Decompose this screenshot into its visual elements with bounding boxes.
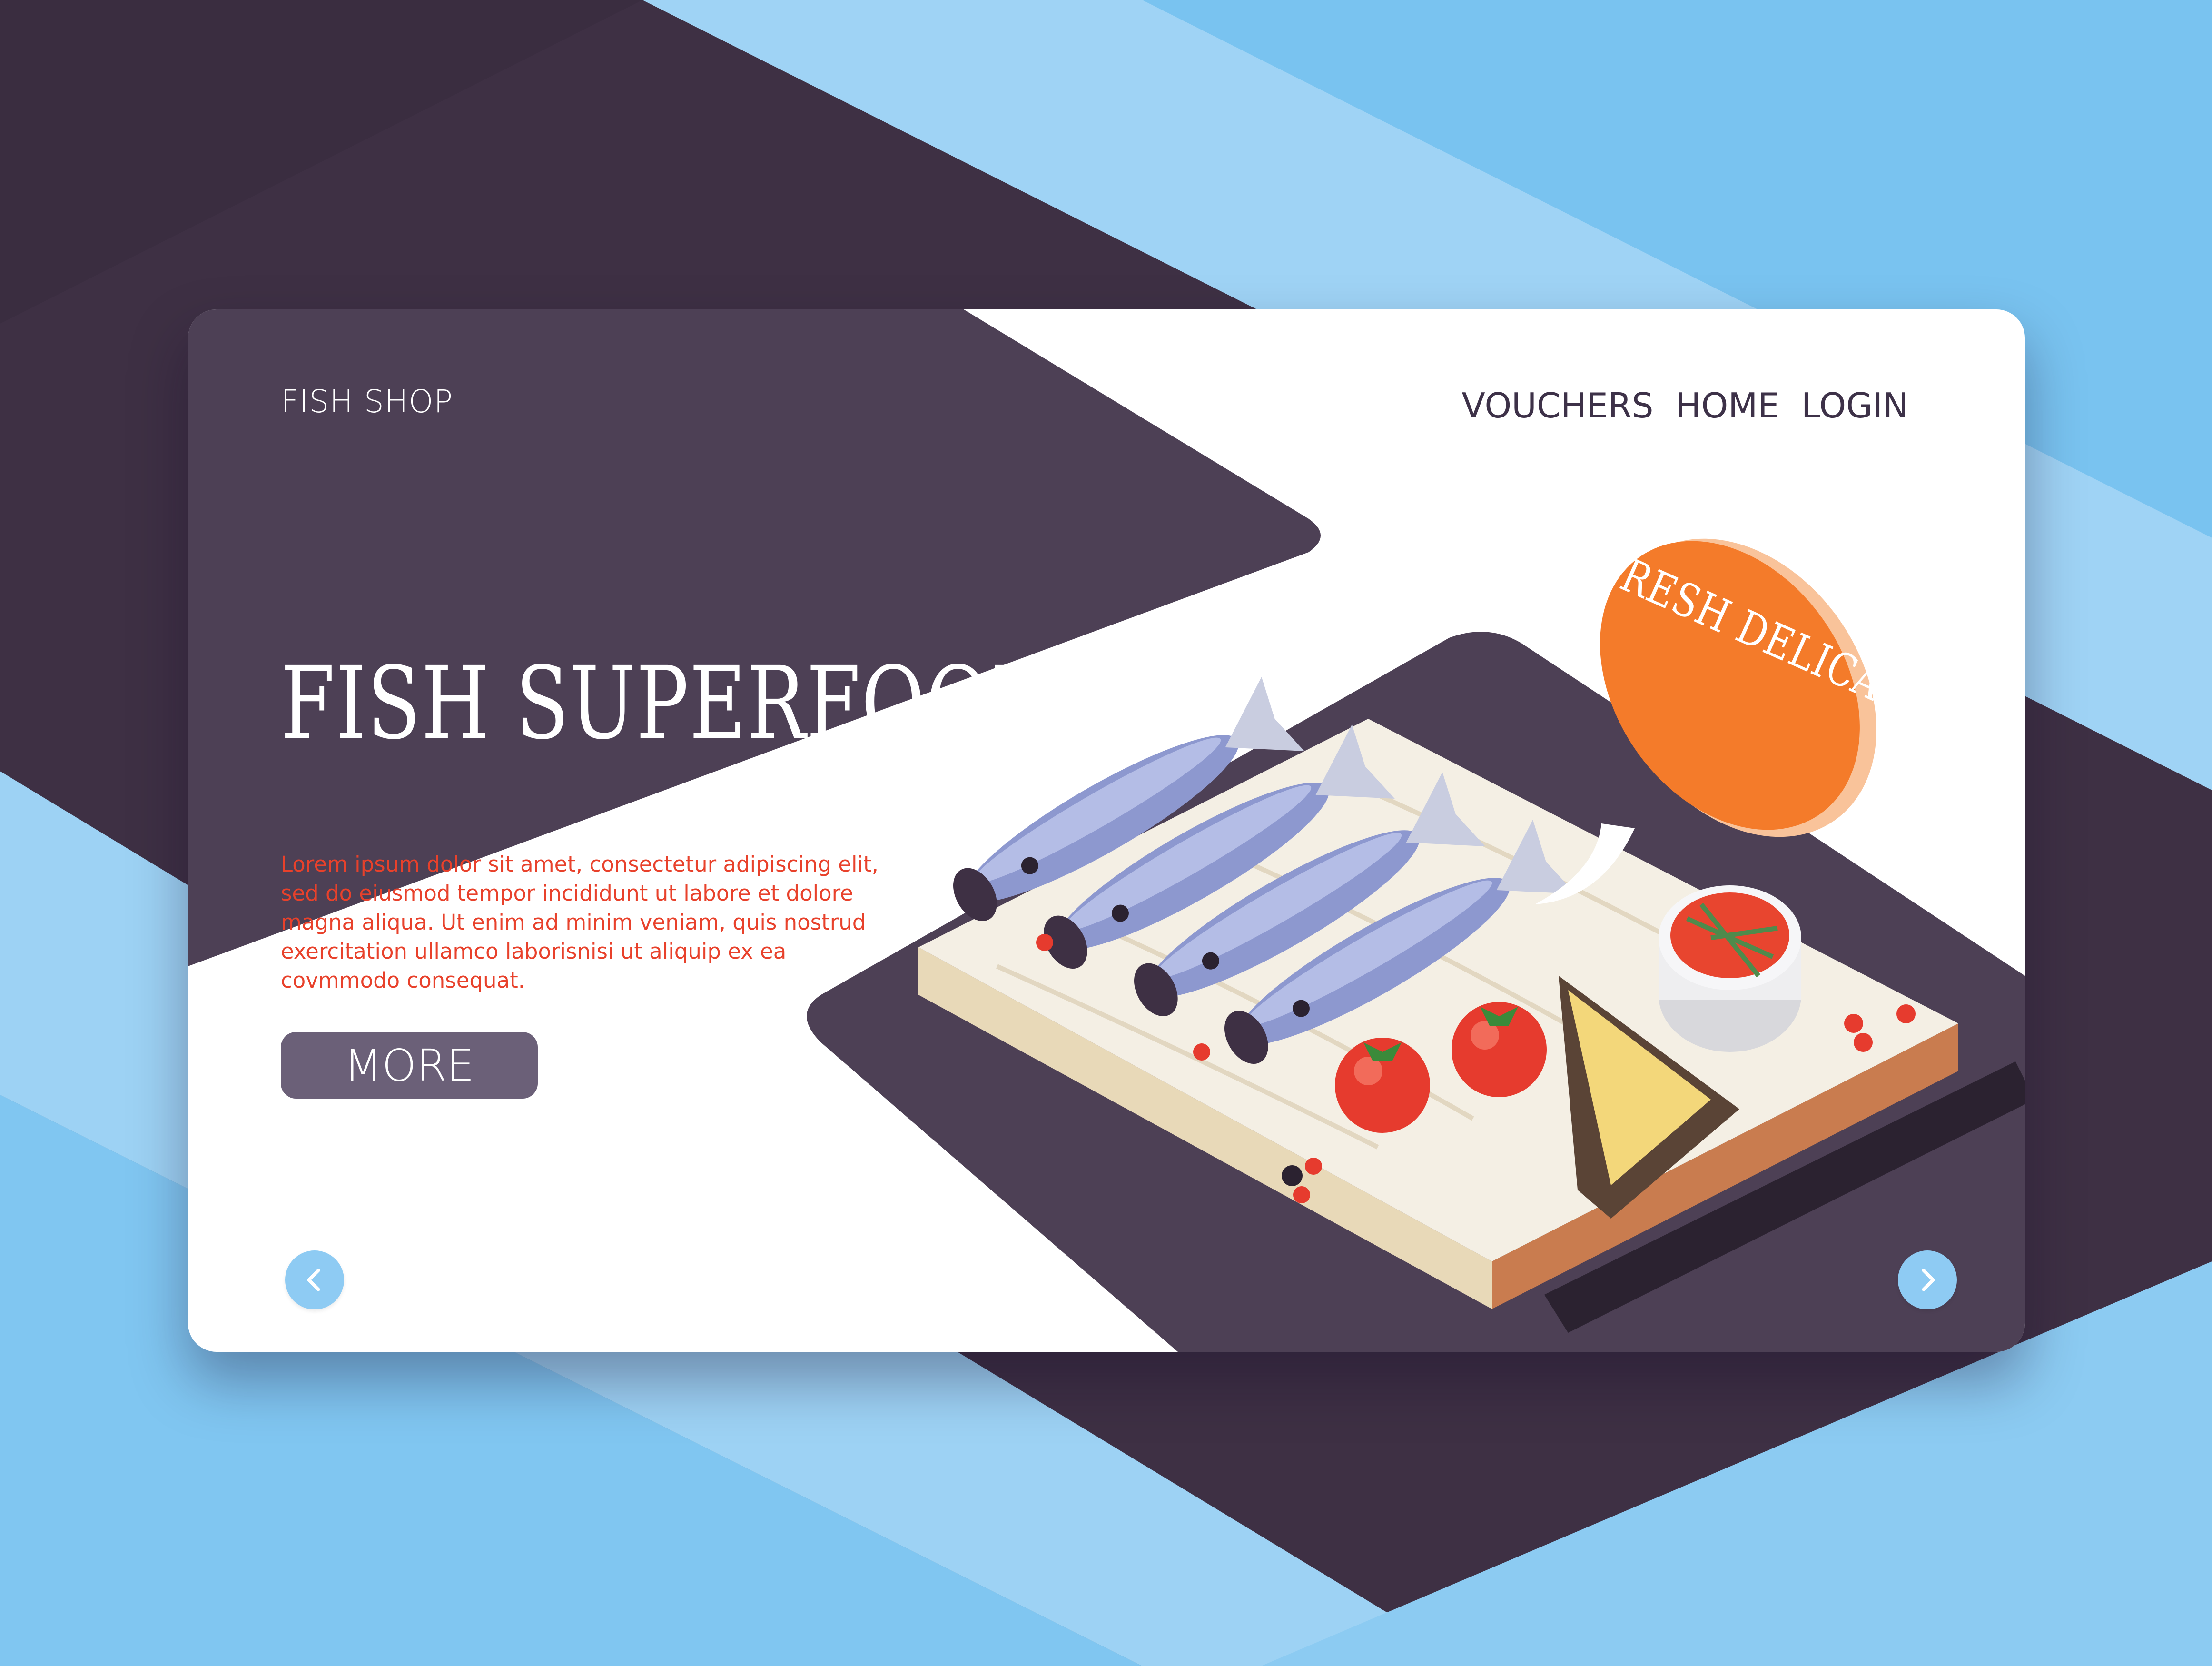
- prev-slide-button[interactable]: [285, 1250, 344, 1309]
- top-nav: VOUCHERS HOME LOGIN: [1462, 386, 1908, 426]
- hero-description: Lorem ipsum dolor sit amet, consectetur …: [281, 852, 879, 993]
- chevron-right-icon: [1922, 1269, 1935, 1291]
- seafood-board-illustration: [918, 538, 2025, 1333]
- nav-item-login[interactable]: LOGIN: [1801, 386, 1908, 426]
- landing-card: FRESH DELICACIES FISH SHOP VOUCHERS HOME…: [188, 309, 2025, 1352]
- more-button[interactable]: MORE: [281, 1032, 538, 1099]
- nav-item-home[interactable]: HOME: [1675, 386, 1779, 426]
- hero-title: FISH SUPERFOOD: [281, 645, 1054, 762]
- next-slide-button[interactable]: [1898, 1250, 1957, 1309]
- brand-logo[interactable]: FISH SHOP: [281, 383, 453, 420]
- nav-item-vouchers[interactable]: VOUCHERS: [1462, 386, 1653, 426]
- caviar-bowl: [1659, 885, 1801, 1052]
- chevron-left-icon: [307, 1269, 320, 1291]
